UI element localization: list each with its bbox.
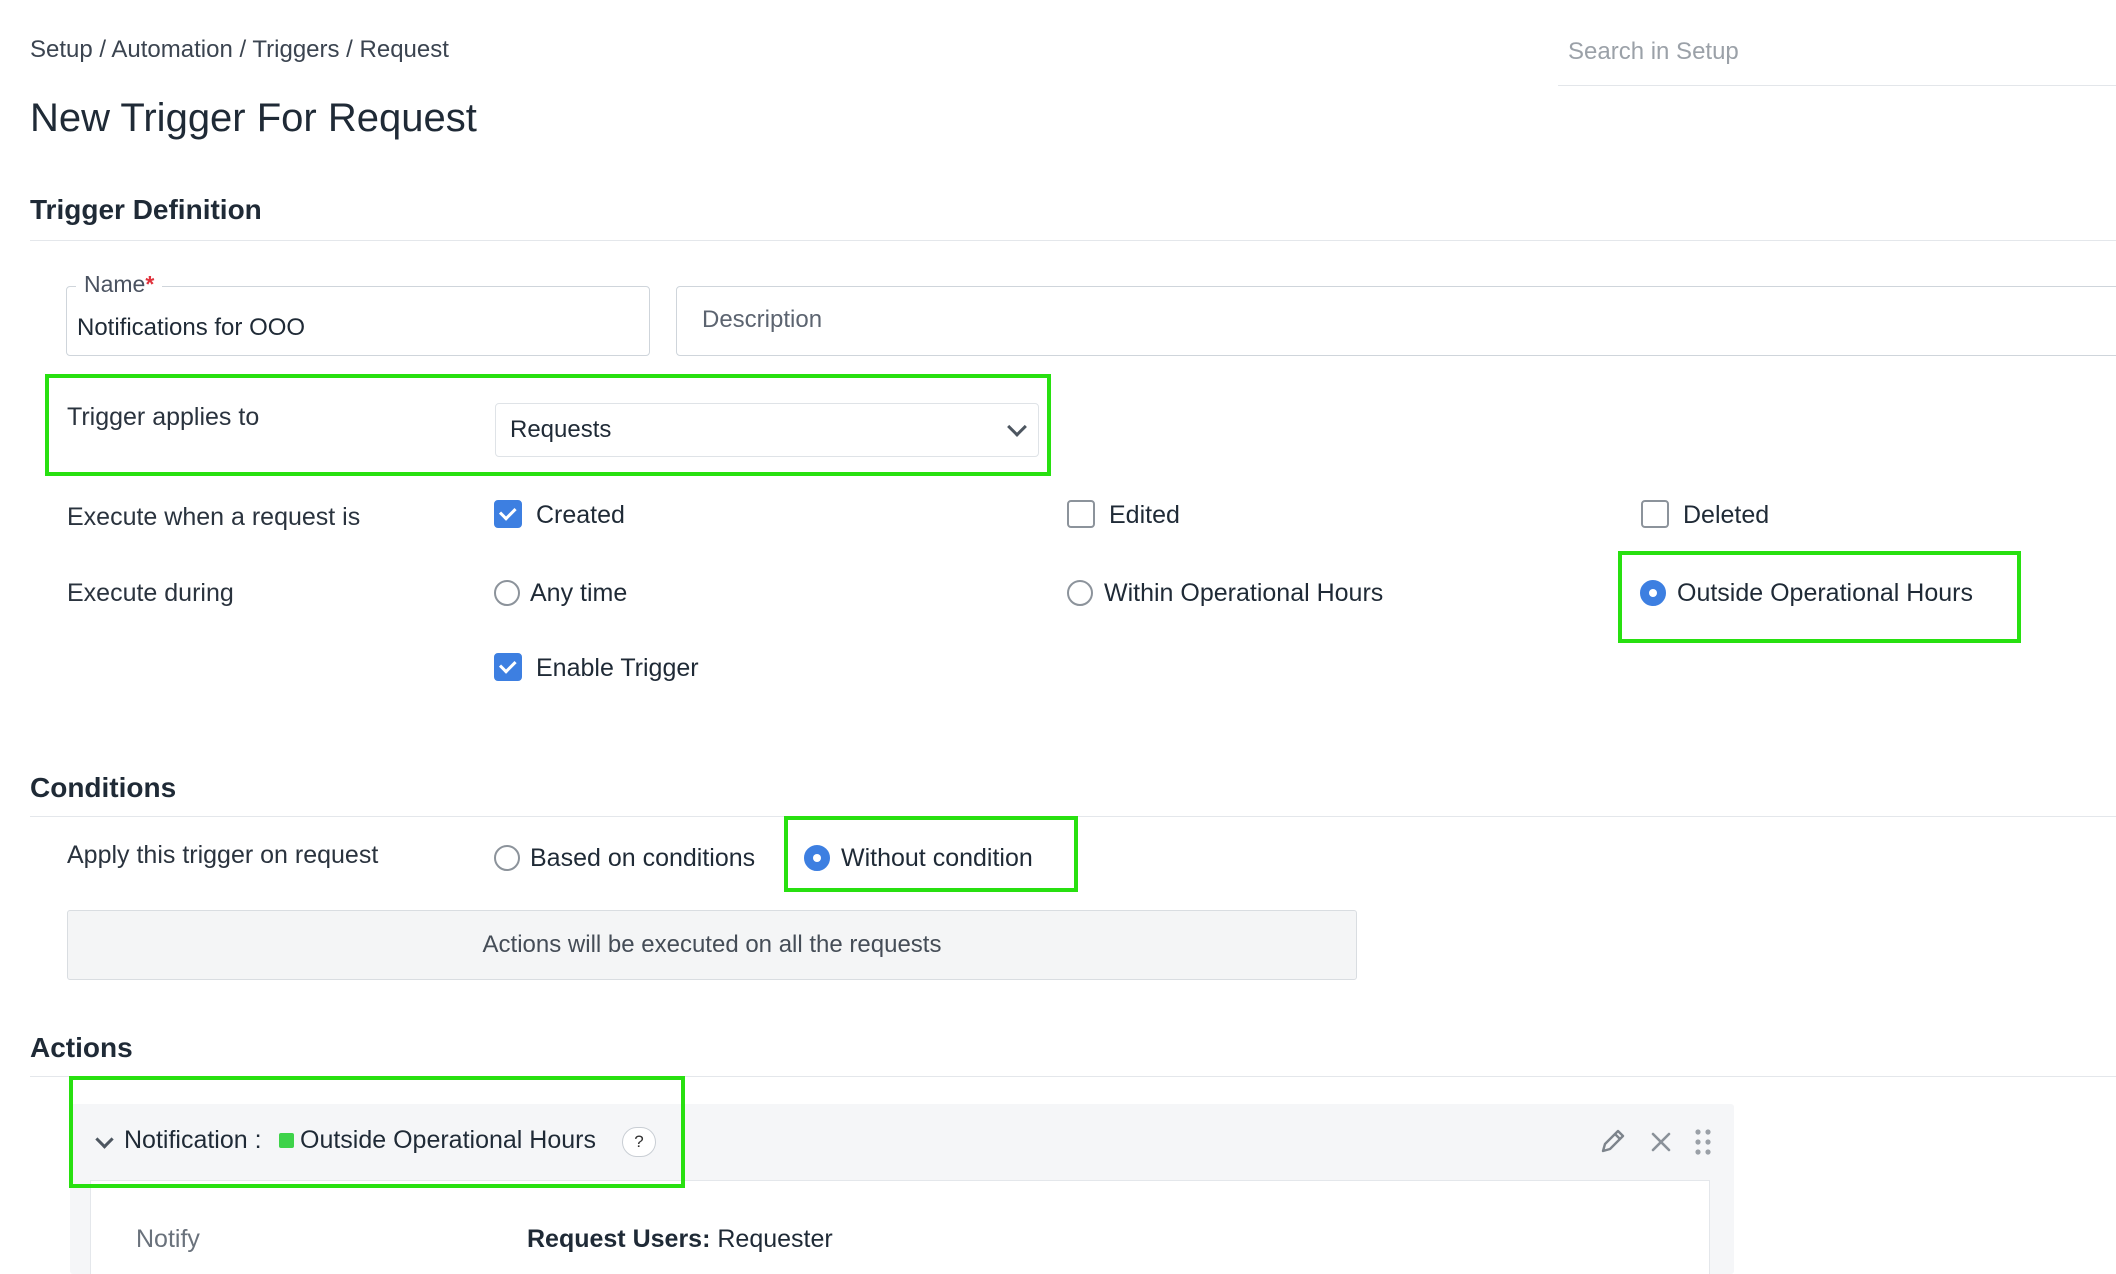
conditions-info-box: Actions will be executed on all the requ… bbox=[67, 910, 1357, 980]
deleted-label: Deleted bbox=[1683, 501, 1770, 529]
search-input[interactable] bbox=[1558, 30, 2116, 74]
trigger-definition-heading: Trigger Definition bbox=[30, 194, 262, 225]
conditions-heading: Conditions bbox=[30, 772, 177, 803]
based-on-conditions-radio[interactable] bbox=[494, 845, 520, 871]
close-icon[interactable] bbox=[1647, 1128, 1675, 1156]
help-icon[interactable]: ? bbox=[622, 1127, 656, 1157]
edited-checkbox[interactable] bbox=[1067, 500, 1095, 528]
within-hours-radio[interactable] bbox=[1067, 580, 1093, 606]
notify-key: Request Users: bbox=[527, 1225, 711, 1253]
actions-heading: Actions bbox=[30, 1032, 133, 1063]
enable-trigger-label: Enable Trigger bbox=[536, 654, 699, 682]
execute-during-label: Execute during bbox=[67, 579, 234, 607]
page-title: New Trigger For Request bbox=[30, 96, 477, 140]
created-checkbox[interactable] bbox=[494, 500, 522, 528]
notify-label: Notify bbox=[136, 1225, 200, 1253]
applies-to-value: Requests bbox=[510, 416, 612, 443]
notification-name[interactable]: Outside Operational Hours bbox=[300, 1126, 596, 1155]
description-placeholder: Description bbox=[702, 306, 823, 333]
notification-action-body bbox=[90, 1180, 1710, 1274]
section-divider bbox=[30, 240, 2116, 241]
created-label: Created bbox=[536, 501, 625, 529]
any-time-radio[interactable] bbox=[494, 580, 520, 606]
execute-when-label: Execute when a request is bbox=[67, 503, 361, 531]
breadcrumb: Setup / Automation / Triggers / Request bbox=[30, 36, 449, 63]
applies-to-label: Trigger applies to bbox=[67, 403, 260, 431]
without-condition-label: Without condition bbox=[841, 844, 1033, 872]
enable-trigger-checkbox[interactable] bbox=[494, 653, 522, 681]
description-field[interactable] bbox=[676, 286, 2116, 356]
chevron-down-icon bbox=[1007, 417, 1027, 437]
required-asterisk: * bbox=[145, 271, 155, 297]
any-time-label: Any time bbox=[530, 579, 628, 607]
edit-icon[interactable] bbox=[1596, 1124, 1630, 1158]
within-hours-label: Within Operational Hours bbox=[1104, 579, 1384, 607]
based-on-conditions-label: Based on conditions bbox=[530, 844, 756, 872]
conditions-info-text: Actions will be executed on all the requ… bbox=[482, 931, 942, 958]
outside-hours-radio[interactable] bbox=[1640, 580, 1666, 606]
notification-prefix: Notification : bbox=[124, 1126, 262, 1154]
notify-value-row: Request Users: Requester bbox=[527, 1225, 833, 1254]
drag-handle-icon[interactable] bbox=[1691, 1126, 1715, 1158]
outside-hours-label: Outside Operational Hours bbox=[1677, 579, 1973, 607]
name-value[interactable]: Notifications for OOO bbox=[77, 314, 305, 342]
edited-label: Edited bbox=[1109, 501, 1180, 529]
applies-to-select[interactable]: Requests bbox=[495, 403, 1039, 457]
apply-trigger-label: Apply this trigger on request bbox=[67, 841, 379, 869]
status-dot-icon bbox=[279, 1133, 294, 1148]
deleted-checkbox[interactable] bbox=[1641, 500, 1669, 528]
name-field-label: Name* bbox=[76, 271, 163, 298]
without-condition-radio[interactable] bbox=[804, 845, 830, 871]
notify-value: Requester bbox=[717, 1225, 833, 1253]
search-box bbox=[1558, 30, 2116, 86]
